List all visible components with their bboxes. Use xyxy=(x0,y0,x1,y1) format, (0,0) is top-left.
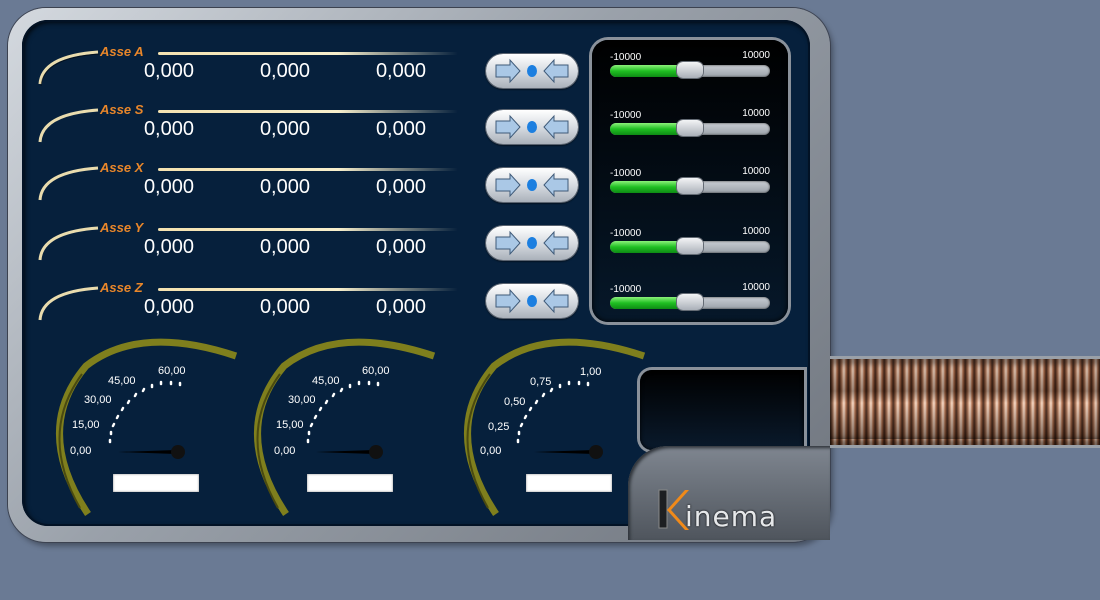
gauge-hub-icon xyxy=(171,445,185,459)
jog-button-s[interactable] xyxy=(486,110,578,144)
gauge-tick-label: 30,00 xyxy=(288,394,316,406)
jog-button-z[interactable] xyxy=(486,284,578,318)
slider-min-label: -10000 xyxy=(610,228,642,239)
slider-knob[interactable] xyxy=(677,294,703,310)
axis-value-2: 0,000 xyxy=(259,118,310,140)
axis-value-1: 0,000 xyxy=(143,118,194,140)
kinema-logo: inema xyxy=(655,486,805,534)
axis-name: Asse Z xyxy=(100,280,143,295)
gauge-tick-label: 0,75 xyxy=(530,376,552,388)
gauge-2: 0,00 15,00 30,00 45,00 60,00 xyxy=(238,330,438,520)
axis-row-z: Asse Z 0,000 0,000 0,000 xyxy=(36,280,466,324)
gauge-tick-label: 15,00 xyxy=(72,419,100,431)
axis-value-3: 0,000 xyxy=(375,176,426,198)
axis-name: Asse X xyxy=(100,160,144,175)
jog-arrows-icon xyxy=(495,288,569,314)
gauge-readout xyxy=(113,474,199,492)
axis-underline xyxy=(158,228,458,231)
aux-display xyxy=(640,370,804,450)
axis-arc-icon xyxy=(38,226,99,261)
gauge-3: 0,00 0,25 0,50 0,75 1,00 xyxy=(448,330,648,520)
slider-min-label: -10000 xyxy=(610,110,642,121)
feed-slider[interactable]: -10000 10000 xyxy=(610,108,772,142)
kinema-k-icon xyxy=(658,489,689,530)
axis-row-a: Asse A 0,000 0,000 0,000 xyxy=(36,44,466,88)
feed-slider[interactable]: -10000 10000 xyxy=(610,166,772,200)
gauge-tick-label: 1,00 xyxy=(580,366,602,378)
axis-value-1: 0,000 xyxy=(143,296,194,318)
slider-max-label: 10000 xyxy=(742,108,770,119)
feed-slider-panel: -10000 10000 -10000 10000 -10000 10000 -… xyxy=(592,40,788,322)
slider-min-label: -10000 xyxy=(610,52,642,63)
slider-max-label: 10000 xyxy=(742,282,770,293)
logo-text: inema xyxy=(685,500,778,533)
slider-knob[interactable] xyxy=(677,62,703,78)
axis-arc-icon xyxy=(38,50,100,87)
axis-underline xyxy=(158,110,458,113)
feed-slider[interactable]: -10000 10000 xyxy=(610,50,772,84)
axis-arc-icon xyxy=(38,108,99,143)
feed-slider[interactable]: -10000 10000 xyxy=(610,282,772,316)
axis-value-2: 0,000 xyxy=(259,296,310,318)
jog-button-y[interactable] xyxy=(486,226,578,260)
slider-min-label: -10000 xyxy=(610,168,642,179)
gauge-readout xyxy=(526,474,612,492)
axis-underline xyxy=(158,288,458,291)
axis-row-x: Asse X 0,000 0,000 0,000 xyxy=(36,160,466,204)
axis-value-2: 0,000 xyxy=(259,176,310,198)
jog-button-a[interactable] xyxy=(486,54,578,88)
axis-row-y: Asse Y 0,000 0,000 0,000 xyxy=(36,220,466,264)
axis-arc-icon xyxy=(38,166,99,201)
axis-value-2: 0,000 xyxy=(259,236,310,258)
gauge-tick-marks xyxy=(516,380,590,444)
slider-max-label: 10000 xyxy=(742,226,770,237)
axis-value-1: 0,000 xyxy=(143,236,194,258)
jog-arrows-icon xyxy=(495,58,569,84)
jog-arrows-icon xyxy=(495,230,569,256)
gauge-hub-icon xyxy=(369,445,383,459)
jog-arrows-icon xyxy=(495,172,569,198)
gauge-tick-label: 0,00 xyxy=(70,445,92,457)
axis-value-3: 0,000 xyxy=(375,118,426,140)
gauge-tick-marks xyxy=(108,380,182,444)
slider-knob[interactable] xyxy=(677,120,703,136)
axis-value-3: 0,000 xyxy=(375,296,426,318)
axis-value-2: 0,000 xyxy=(259,60,310,82)
gauge-tick-label: 0,00 xyxy=(480,445,502,457)
feed-slider[interactable]: -10000 10000 xyxy=(610,226,772,260)
jog-button-x[interactable] xyxy=(486,168,578,202)
slider-max-label: 10000 xyxy=(742,166,770,177)
gauge-tick-label: 60,00 xyxy=(158,365,186,377)
slider-min-label: -10000 xyxy=(610,284,642,295)
axis-underline xyxy=(158,52,458,55)
gauge-hub-icon xyxy=(589,445,603,459)
slider-knob[interactable] xyxy=(677,238,703,254)
gauge-tick-label: 15,00 xyxy=(276,419,304,431)
copper-rod-shade xyxy=(830,359,1100,439)
slider-max-label: 10000 xyxy=(742,50,770,61)
gauge-tick-label: 45,00 xyxy=(108,375,136,387)
axis-row-s: Asse S 0,000 0,000 0,000 xyxy=(36,102,466,146)
axis-value-1: 0,000 xyxy=(143,60,194,82)
axis-value-1: 0,000 xyxy=(143,176,194,198)
gauge-tick-label: 60,00 xyxy=(362,365,390,377)
gauge-tick-label: 0,25 xyxy=(488,421,510,433)
axis-value-3: 0,000 xyxy=(375,236,426,258)
gauge-1: 0,00 15,00 30,00 45,00 60,00 xyxy=(40,330,240,520)
gauge-tick-marks xyxy=(306,380,380,444)
axis-name: Asse S xyxy=(100,102,144,117)
jog-arrows-icon xyxy=(495,114,569,140)
axis-value-3: 0,000 xyxy=(375,60,426,82)
gauge-readout xyxy=(307,474,393,492)
gauge-tick-label: 0,00 xyxy=(274,445,296,457)
axis-name: Asse Y xyxy=(100,220,144,235)
axis-arc-icon xyxy=(38,286,99,321)
gauge-tick-label: 0,50 xyxy=(504,396,526,408)
gauge-tick-label: 30,00 xyxy=(84,394,112,406)
slider-knob[interactable] xyxy=(677,178,703,194)
axis-underline xyxy=(158,168,458,171)
gauge-tick-label: 45,00 xyxy=(312,375,340,387)
axis-name: Asse A xyxy=(100,44,144,59)
